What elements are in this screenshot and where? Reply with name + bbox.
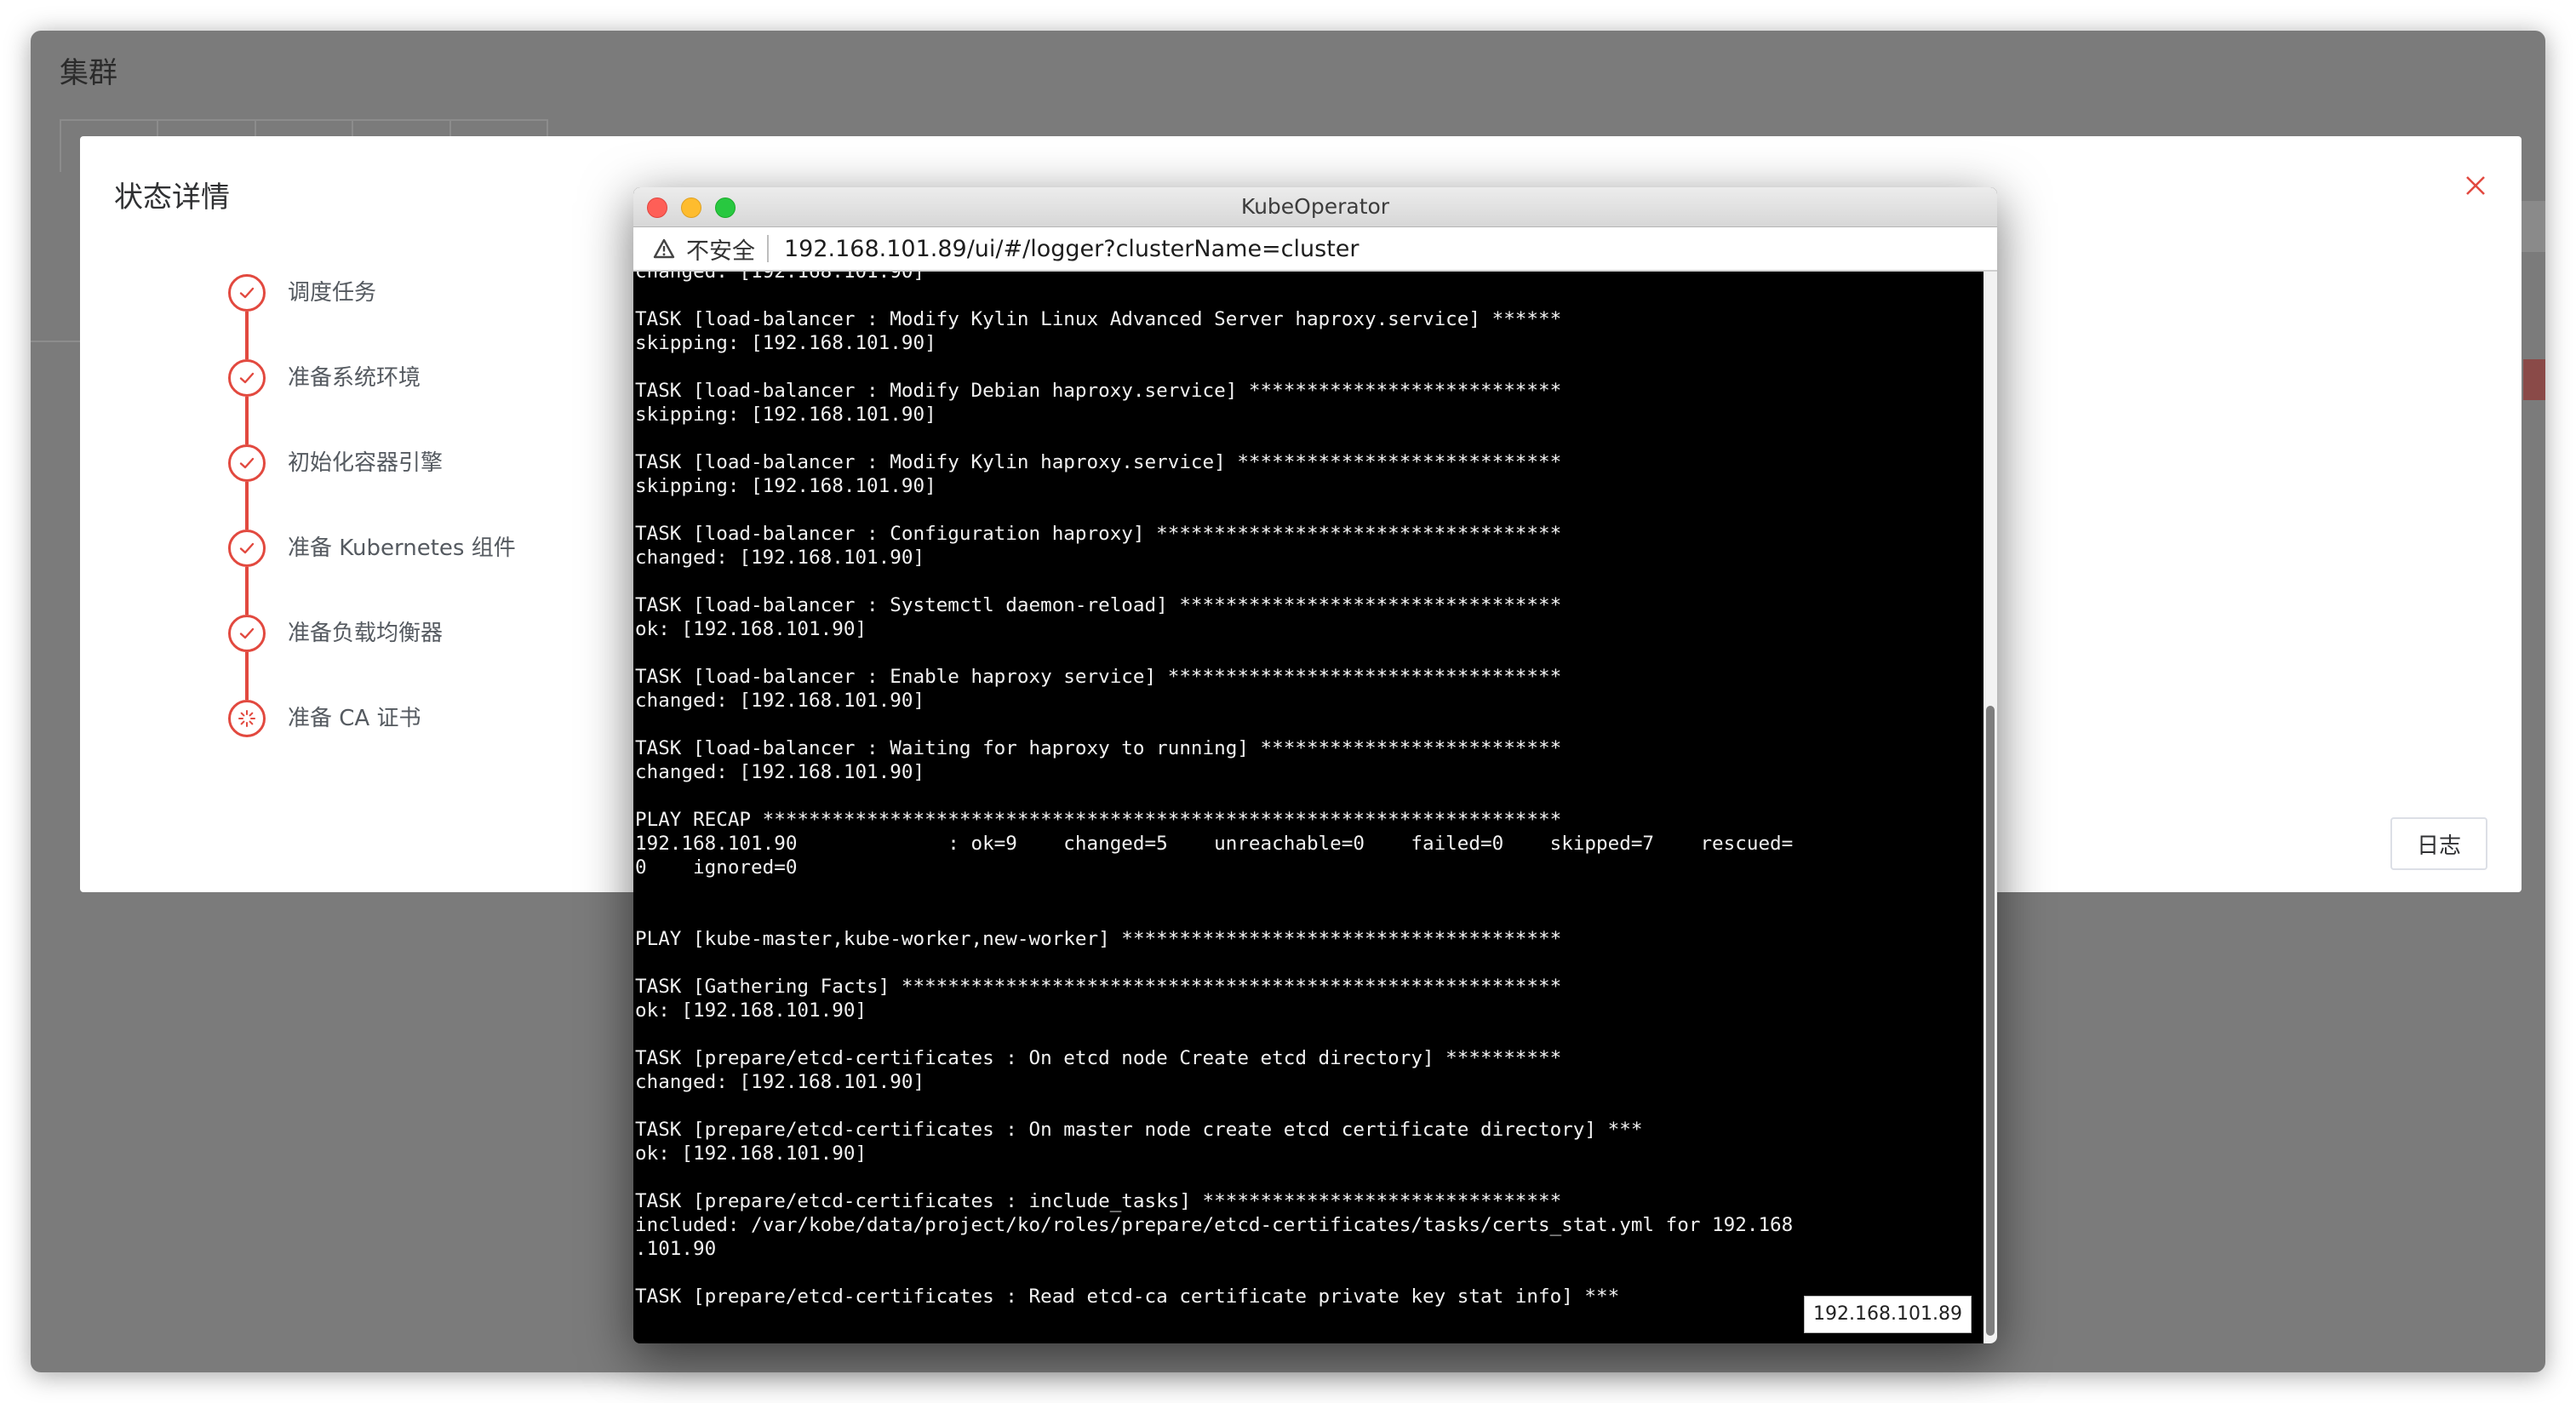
log-line: 0 ignored=0 <box>635 856 798 879</box>
log-line: ok: [192.168.101.90] <box>635 1142 867 1165</box>
loading-icon <box>228 700 266 737</box>
log-line: .101.90 <box>635 1238 717 1260</box>
step-label: 准备 CA 证书 <box>288 706 421 731</box>
step-connector <box>245 397 249 444</box>
step-item: 准备 Kubernetes 组件 <box>228 530 516 615</box>
step-label: 调度任务 <box>288 280 377 306</box>
check-icon <box>228 530 266 567</box>
step-item: 调度任务 <box>228 274 516 359</box>
log-line: TASK [load-balancer : Enable haproxy ser… <box>635 666 1562 688</box>
log-line: included: /var/kobe/data/project/ko/role… <box>635 1214 1794 1236</box>
log-line: TASK [load-balancer : Waiting for haprox… <box>635 737 1562 759</box>
window-title: KubeOperator <box>1240 194 1390 219</box>
log-line: skipping: [192.168.101.90] <box>635 332 936 354</box>
step-item: 初始化容器引擎 <box>228 444 516 530</box>
log-line: PLAY [kube-master,kube-worker,new-worker… <box>635 928 1562 950</box>
log-line: TASK [load-balancer : Systemctl daemon-r… <box>635 594 1562 616</box>
warning-icon <box>652 237 676 261</box>
log-line: TASK [Gathering Facts] *****************… <box>635 976 1562 998</box>
window-titlebar: KubeOperator <box>633 187 1997 227</box>
check-icon <box>228 274 266 312</box>
log-line: TASK [prepare/etcd-certificates : includ… <box>635 1190 1562 1212</box>
status-url-tooltip: 192.168.101.89 <box>1804 1296 1972 1333</box>
step-item: 准备系统环境 <box>228 359 516 444</box>
step-item: 准备负载均衡器 <box>228 615 516 700</box>
terminal-scrollbar[interactable] <box>1984 272 1997 1343</box>
log-line: changed: [192.168.101.90] <box>635 1071 925 1093</box>
log-line: 192.168.101.90 : ok=9 changed=5 unreacha… <box>635 833 1794 855</box>
check-icon <box>228 359 266 397</box>
check-icon <box>228 444 266 482</box>
log-line: changed: [192.168.101.90] <box>635 547 925 569</box>
log-button[interactable]: 日志 <box>2390 817 2487 870</box>
log-line: TASK [prepare/etcd-certificates : On etc… <box>635 1047 1562 1069</box>
log-line: TASK [load-balancer : Modify Kylin hapro… <box>635 451 1562 473</box>
step-item: 准备 CA 证书 <box>228 700 516 785</box>
address-separator <box>767 235 769 262</box>
log-line: TASK [load-balancer : Configuration hapr… <box>635 523 1562 545</box>
step-label: 准备系统环境 <box>288 365 421 391</box>
log-line: PLAY RECAP *****************************… <box>635 809 1562 831</box>
step-connector <box>245 652 249 700</box>
check-icon <box>228 615 266 652</box>
close-icon[interactable] <box>2459 169 2493 203</box>
scrollbar-thumb[interactable] <box>1986 706 1995 1336</box>
log-line: skipping: [192.168.101.90] <box>635 475 936 497</box>
background-divider <box>31 341 82 342</box>
log-line: ok: [192.168.101.90] <box>635 999 867 1022</box>
log-line: TASK [load-balancer : Modify Debian hapr… <box>635 380 1562 402</box>
log-line: changed: [192.168.101.90] <box>635 761 925 783</box>
log-terminal[interactable]: changed: [192.168.101.90] TASK [load-bala… <box>633 272 1984 1343</box>
step-connector <box>245 567 249 615</box>
page-title: 集群 <box>60 56 117 90</box>
log-line: TASK [prepare/etcd-certificates : Read e… <box>635 1286 1620 1308</box>
url-text[interactable]: 192.168.101.89/ui/#/logger?clusterName=c… <box>784 236 1360 262</box>
step-connector <box>245 482 249 530</box>
log-line: TASK [load-balancer : Modify Kylin Linux… <box>635 308 1562 330</box>
step-label: 初始化容器引擎 <box>288 450 444 476</box>
dialog-title: 状态详情 <box>114 180 230 215</box>
step-connector <box>245 312 249 359</box>
log-line: changed: [192.168.101.90] <box>635 690 925 712</box>
close-icon-graphic <box>2466 176 2485 195</box>
step-label: 准备负载均衡器 <box>288 621 444 646</box>
insecure-label: 不安全 <box>686 238 755 265</box>
log-output: changed: [192.168.101.90] TASK [load-bala… <box>633 272 1984 1309</box>
log-line: ok: [192.168.101.90] <box>635 618 867 640</box>
address-bar[interactable]: 不安全 192.168.101.89/ui/#/logger?clusterNa… <box>633 227 1997 272</box>
log-line: skipping: [192.168.101.90] <box>635 404 936 426</box>
step-label: 准备 Kubernetes 组件 <box>288 535 516 561</box>
log-line: changed: [192.168.101.90] <box>635 272 925 283</box>
logger-browser-window: KubeOperator 不安全 192.168.101.89/ui/#/log… <box>633 187 1997 1343</box>
progress-steps: 调度任务准备系统环境 初始化容器引擎准备 Kubernetes 组件 准备负载均衡器… <box>228 274 516 785</box>
background-card <box>2522 201 2545 252</box>
background-accent <box>2523 359 2545 400</box>
log-line: TASK [prepare/etcd-certificates : On mas… <box>635 1119 1643 1141</box>
